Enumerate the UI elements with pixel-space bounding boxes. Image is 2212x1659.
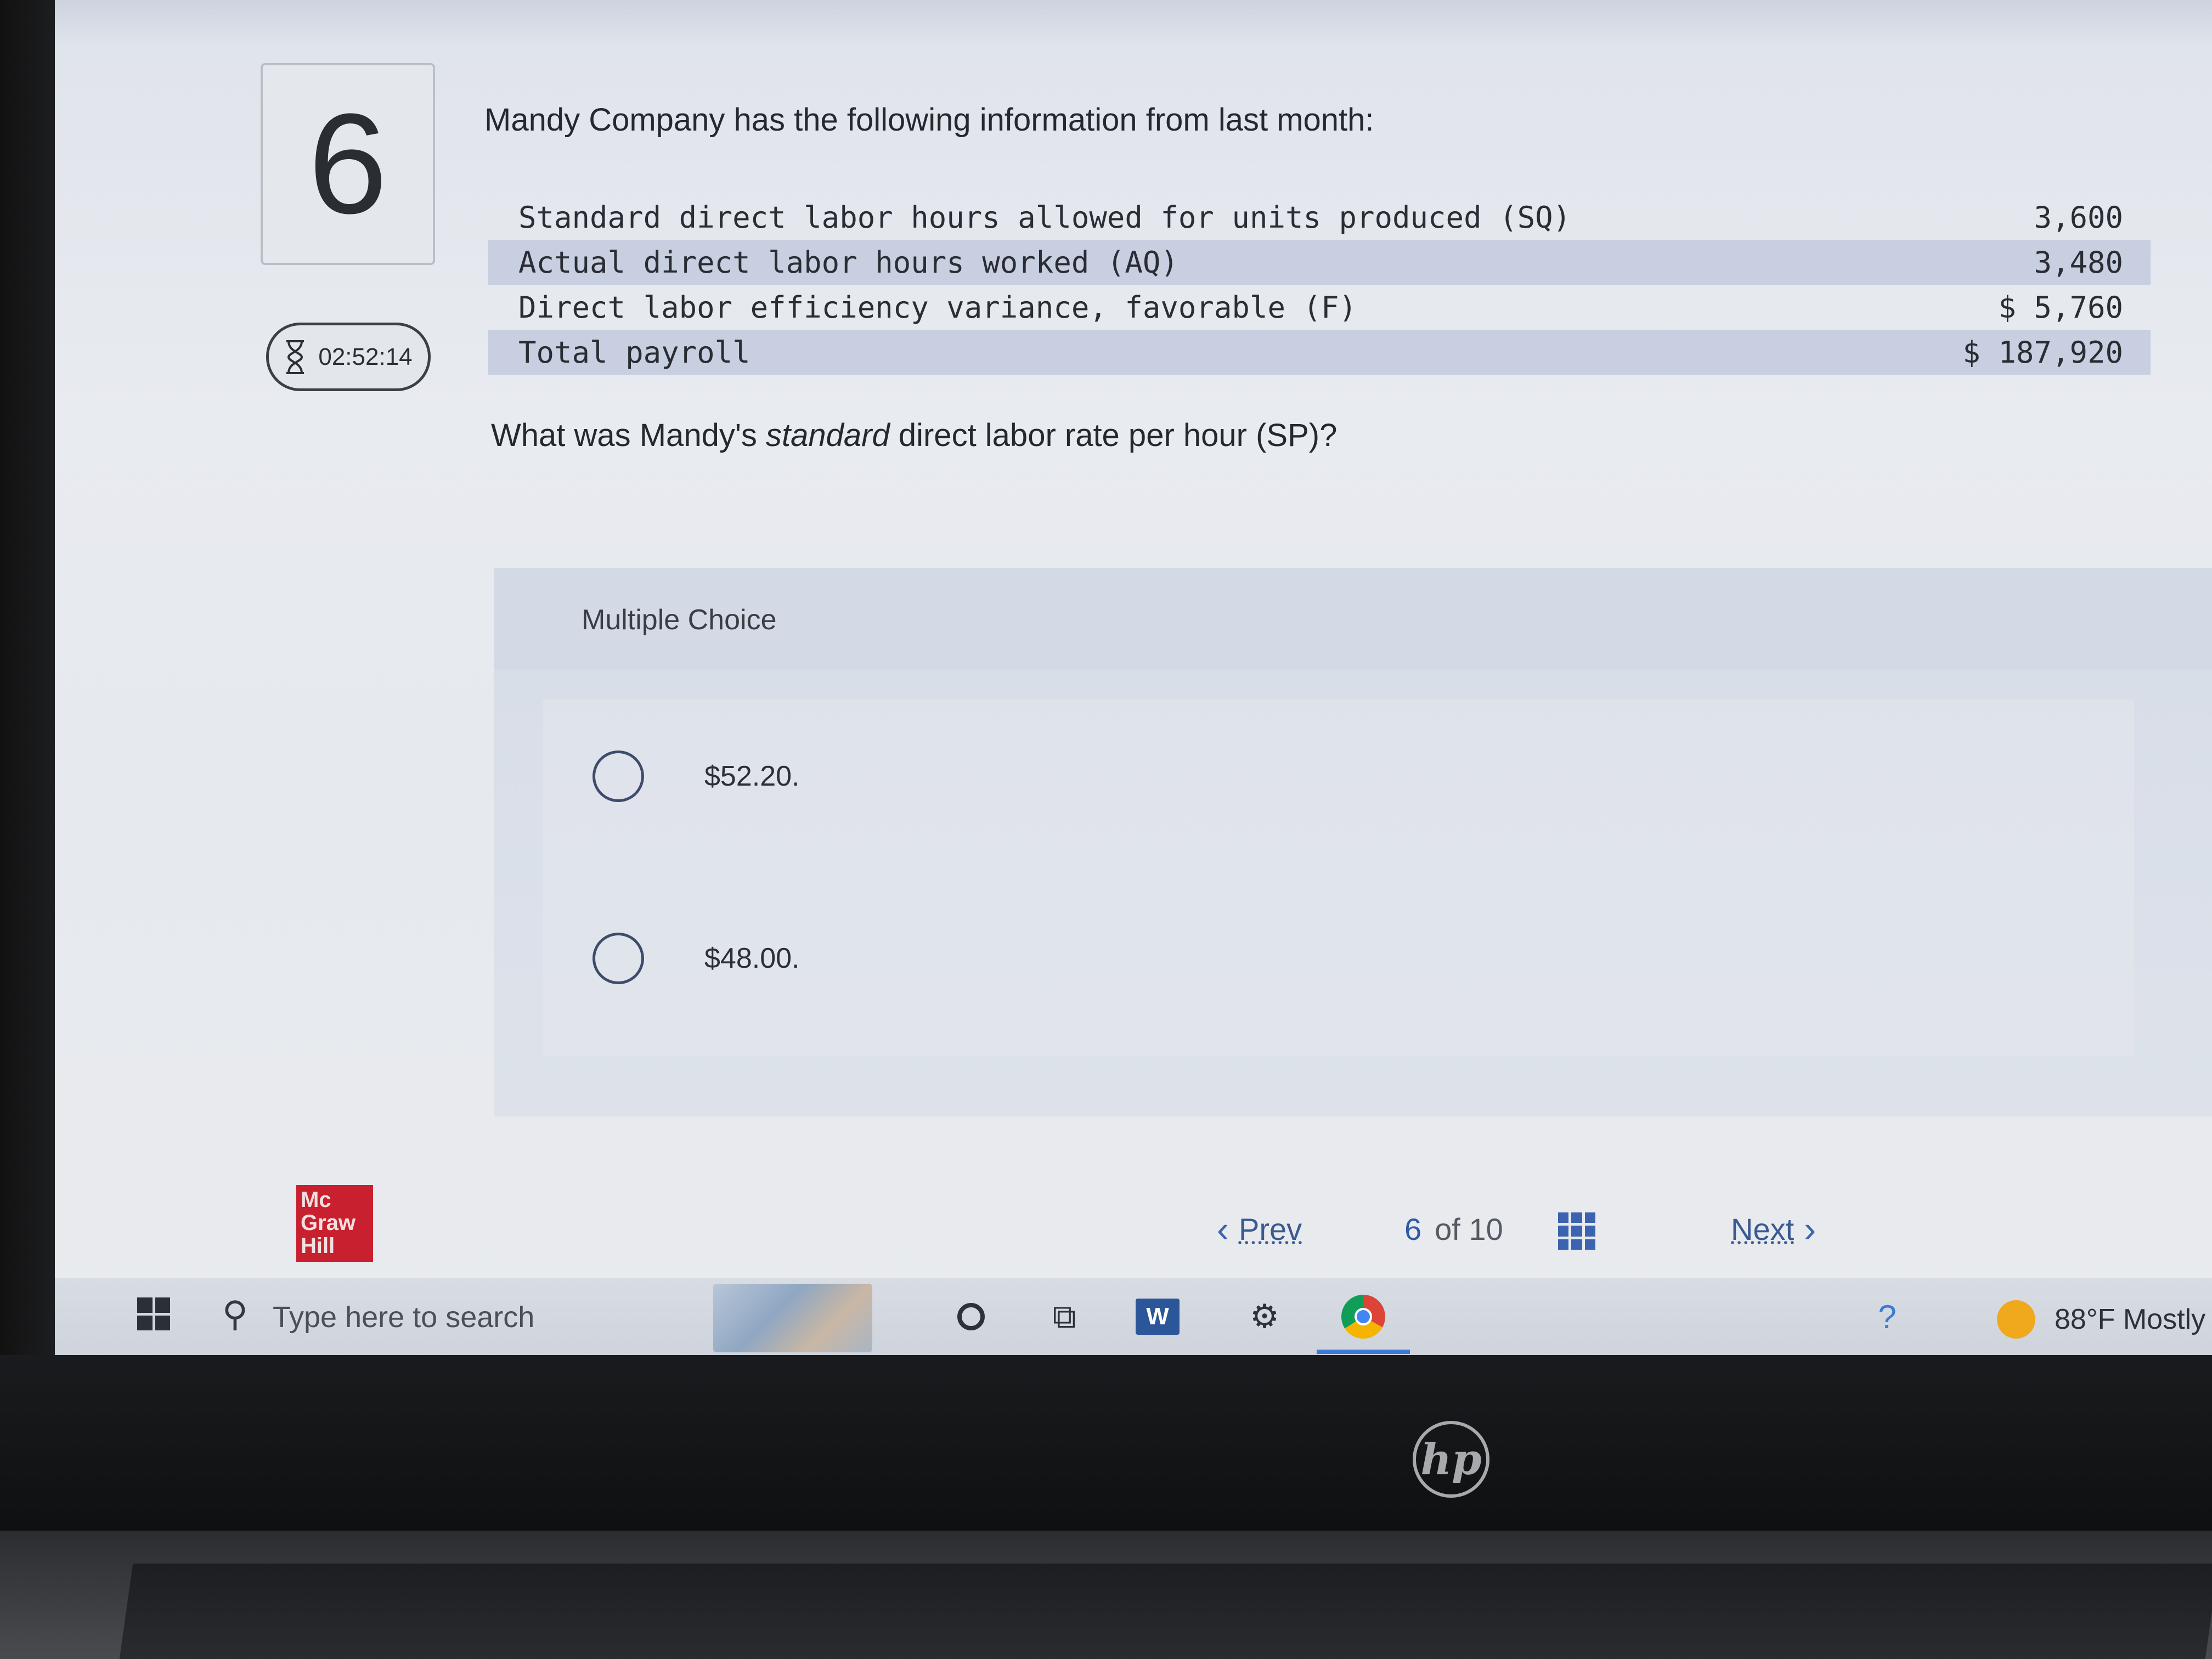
choice-label[interactable]: $48.00. bbox=[704, 942, 800, 975]
screen-bezel-bottom bbox=[0, 1355, 2212, 1531]
settings-gear-icon[interactable]: ⚙ bbox=[1243, 1295, 1286, 1339]
table-row: Actual direct labor hours worked (AQ) 3,… bbox=[488, 240, 2151, 285]
weather-sun-icon[interactable] bbox=[1997, 1300, 2035, 1339]
row-value: 3,600 bbox=[2034, 200, 2123, 235]
hp-logo: hp bbox=[1413, 1421, 1489, 1498]
chevron-right-icon: › bbox=[1804, 1209, 1816, 1249]
screen-bezel-left bbox=[0, 0, 60, 1361]
word-icon[interactable]: W bbox=[1136, 1295, 1180, 1339]
browser-top-strip bbox=[55, 0, 2212, 44]
row-label: Total payroll bbox=[518, 335, 751, 370]
active-app-indicator bbox=[1317, 1350, 1410, 1354]
task-view-icon[interactable]: ⧉ bbox=[1042, 1295, 1086, 1339]
row-label: Actual direct labor hours worked (AQ) bbox=[518, 245, 1178, 280]
row-value: $ 5,760 bbox=[1998, 290, 2123, 325]
radio-button[interactable] bbox=[592, 751, 644, 802]
timer[interactable]: 02:52:14 bbox=[266, 323, 431, 391]
question-text: What was Mandy's standard direct labor r… bbox=[491, 417, 1338, 453]
windows-start-icon[interactable] bbox=[137, 1297, 170, 1330]
row-label: Standard direct labor hours allowed for … bbox=[518, 200, 1571, 235]
table-row: Total payroll $ 187,920 bbox=[488, 330, 2151, 375]
current-page: 6 bbox=[1404, 1211, 1422, 1246]
hourglass-icon bbox=[286, 340, 304, 374]
prev-label: Prev bbox=[1238, 1211, 1302, 1246]
row-value: 3,480 bbox=[2034, 245, 2123, 280]
search-highlight-image[interactable] bbox=[713, 1284, 872, 1352]
page-indicator: 6 of 10 bbox=[1404, 1207, 1503, 1251]
page-total: of 10 bbox=[1435, 1211, 1503, 1246]
search-icon: ⚲ bbox=[222, 1294, 248, 1334]
help-icon[interactable]: ? bbox=[1865, 1295, 1909, 1339]
chrome-icon[interactable] bbox=[1341, 1295, 1385, 1339]
next-label: Next bbox=[1731, 1211, 1795, 1246]
row-value: $ 187,920 bbox=[1962, 335, 2123, 370]
choice-option-1[interactable]: $52.20. bbox=[543, 732, 1201, 820]
radio-button[interactable] bbox=[592, 933, 644, 984]
prev-button[interactable]: ‹ Prev bbox=[1207, 1207, 1302, 1251]
next-button[interactable]: Next › bbox=[1731, 1207, 1826, 1251]
multiple-choice-header: Multiple Choice bbox=[494, 568, 2212, 669]
multiple-choice-panel: Multiple Choice $52.20. $48.00. bbox=[494, 568, 2212, 1116]
timer-value: 02:52:14 bbox=[318, 343, 413, 370]
question-prompt: Mandy Company has the following informat… bbox=[484, 102, 1374, 138]
choice-option-2[interactable]: $48.00. bbox=[543, 915, 1201, 1002]
keyboard-edge bbox=[119, 1564, 2212, 1659]
choice-list: $52.20. $48.00. bbox=[543, 699, 2134, 1056]
weather-status[interactable]: 88°F Mostly sunny bbox=[2055, 1303, 2212, 1336]
table-row: Direct labor efficiency variance, favora… bbox=[488, 285, 2151, 330]
question-grid-icon[interactable] bbox=[1558, 1212, 1595, 1250]
question-number: 6 bbox=[261, 63, 435, 265]
screen: 6 02:52:14 Mandy Company has the followi… bbox=[55, 0, 2212, 1355]
taskbar: ⚲ ⧉ W ⚙ ? 88°F Mostly sunny bbox=[55, 1278, 2212, 1355]
choice-label[interactable]: $52.20. bbox=[704, 760, 800, 793]
table-row: Standard direct labor hours allowed for … bbox=[488, 195, 2151, 240]
mcgraw-hill-logo: Mc Graw Hill bbox=[296, 1185, 373, 1262]
info-table: Standard direct labor hours allowed for … bbox=[488, 195, 2151, 375]
chevron-left-icon: ‹ bbox=[1217, 1209, 1229, 1249]
taskbar-search-input[interactable] bbox=[272, 1295, 768, 1340]
multiple-choice-title: Multiple Choice bbox=[582, 604, 777, 636]
cortana-icon[interactable] bbox=[949, 1295, 993, 1339]
row-label: Direct labor efficiency variance, favora… bbox=[518, 290, 1357, 325]
